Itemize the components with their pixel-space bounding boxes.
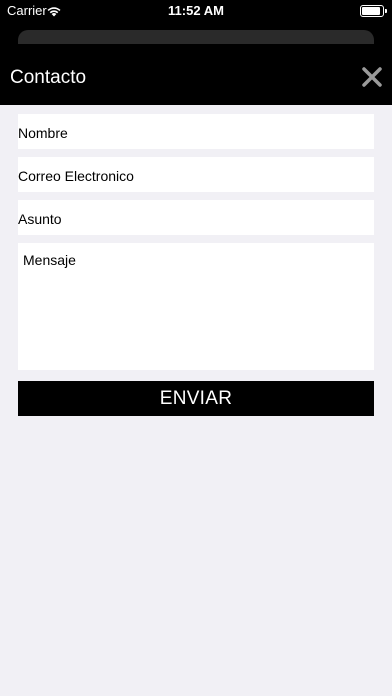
status-bar: Carrier 11:52 AM bbox=[0, 0, 392, 22]
page-title: Contacto bbox=[10, 67, 87, 88]
close-icon[interactable] bbox=[361, 66, 383, 88]
underlying-sheet bbox=[18, 30, 374, 44]
clock: 11:52 AM bbox=[168, 3, 224, 18]
message-placeholder: Mensaje bbox=[23, 252, 76, 268]
send-button[interactable]: ENVIAR bbox=[18, 381, 374, 416]
name-field[interactable]: Nombre bbox=[18, 114, 374, 149]
subject-placeholder: Asunto bbox=[18, 211, 62, 227]
subject-field[interactable]: Asunto bbox=[18, 200, 374, 235]
name-placeholder: Nombre bbox=[18, 125, 68, 141]
modal-header: Contacto bbox=[0, 48, 392, 105]
battery-tip bbox=[385, 9, 387, 13]
email-placeholder: Correo Electronico bbox=[18, 168, 134, 184]
battery-icon bbox=[360, 5, 384, 17]
email-field[interactable]: Correo Electronico bbox=[18, 157, 374, 192]
message-field[interactable]: Mensaje bbox=[18, 243, 374, 370]
